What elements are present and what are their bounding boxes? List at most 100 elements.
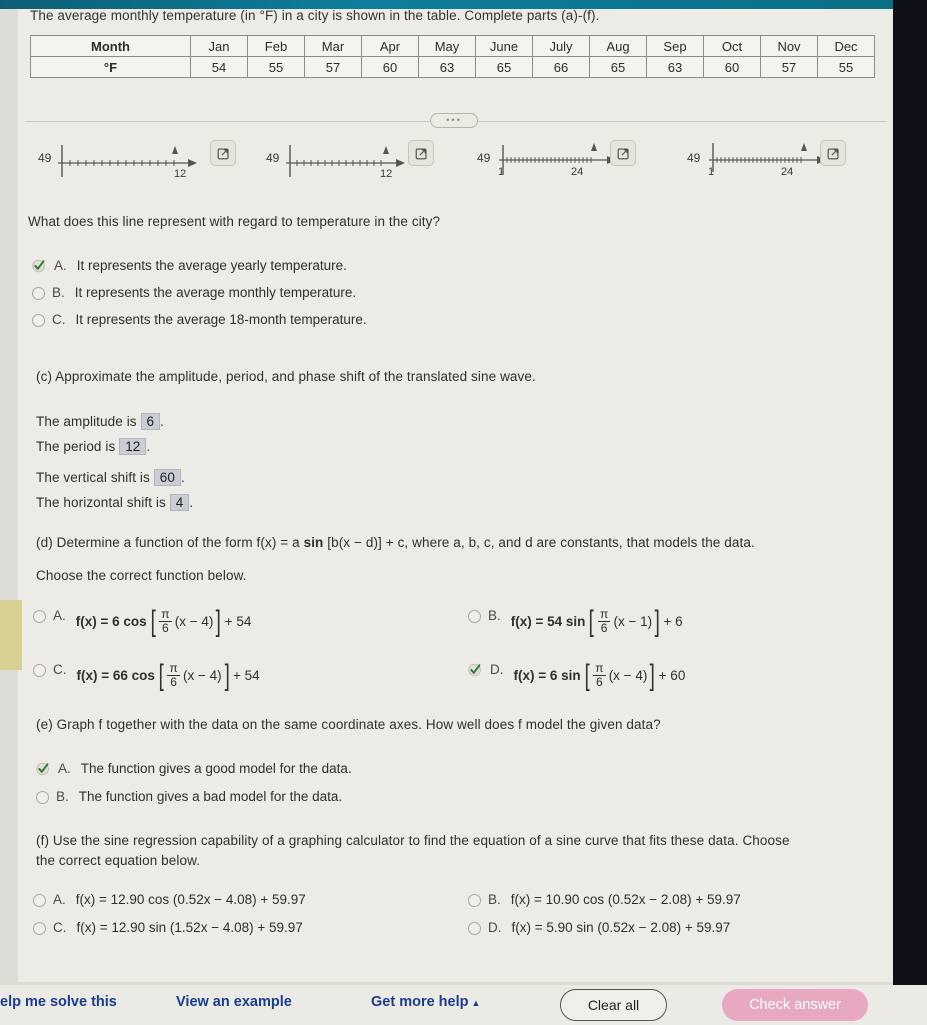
part-f-prompt-line2: the correct equation below. <box>36 853 201 868</box>
option-letter: A. <box>53 608 66 623</box>
fraction: π 6 <box>593 662 606 688</box>
part-c-amplitude-row: The amplitude is 6. <box>36 413 164 430</box>
graph-3-y-label: 49 <box>477 151 491 165</box>
problem-statement: The average monthly temperature (in °F) … <box>30 8 600 23</box>
part-d-option-c[interactable]: C. f(x) = 66 cos [ π 6 (x − 4) ] + 54 <box>33 658 260 692</box>
part-d-prompt-pre: (d) Determine a function of the form f(x… <box>36 535 304 550</box>
option-text: It represents the average yearly tempera… <box>76 258 347 273</box>
table-header-mar: Mar <box>304 35 362 57</box>
formula-tail: + 54 <box>232 667 260 683</box>
fraction: π 6 <box>597 608 611 634</box>
table-header-feb: Feb <box>247 35 305 57</box>
formula-inner: (x − 4) <box>182 667 222 683</box>
part-d-option-d[interactable]: D. f(x) = 6 sin [ π 6 (x − 4) ] + 60 <box>468 660 685 690</box>
table-cell-temp: 55 <box>817 56 875 78</box>
part-b-option-c[interactable]: C. It represents the average 18-month te… <box>32 312 367 327</box>
part-b-option-a[interactable]: A. It represents the average yearly temp… <box>32 258 347 273</box>
bracket-right-icon: ] <box>224 658 230 692</box>
clear-all-button[interactable]: Clear all <box>560 989 667 1021</box>
amplitude-label: The amplitude is <box>36 414 137 429</box>
part-b-question: What does this line represent with regar… <box>28 214 441 229</box>
bracket-left-icon: [ <box>158 658 164 692</box>
table-cell-temp: 55 <box>247 56 305 78</box>
part-e-option-a[interactable]: A. The function gives a good model for t… <box>36 761 352 776</box>
table-header-may: May <box>418 35 476 57</box>
option-text: The function gives a bad model for the d… <box>78 789 343 804</box>
formula-tail: + 54 <box>224 613 252 629</box>
fraction: π 6 <box>167 662 180 688</box>
formula-inner: (x − 4) <box>174 613 214 629</box>
radio-icon <box>468 922 481 935</box>
part-c-vertical-shift-row: The vertical shift is 60. <box>36 469 185 486</box>
check-answer-button[interactable]: Check answer <box>722 989 868 1021</box>
part-f-option-c[interactable]: C. f(x) = 12.90 sin (1.52x − 4.08) + 59.… <box>33 920 303 935</box>
option-formula: f(x) = 6 cos [ π 6 (x − 4) ] + 54 <box>75 604 252 638</box>
table-row-months: Month Jan Feb Mar Apr May June July Aug … <box>30 35 875 57</box>
option-text: It represents the average monthly temper… <box>74 285 357 300</box>
table-cell-temp: 57 <box>304 56 362 78</box>
expand-icon[interactable] <box>210 140 236 166</box>
radio-icon <box>32 314 45 327</box>
expand-icon[interactable] <box>820 140 846 166</box>
bracket-right-icon: ] <box>654 604 660 638</box>
part-e-option-b[interactable]: B. The function gives a bad model for th… <box>36 789 342 804</box>
table-header-dec: Dec <box>817 35 875 57</box>
option-letter: D. <box>490 662 504 677</box>
radio-icon <box>468 610 481 623</box>
table-cell-temp: 65 <box>589 56 647 78</box>
option-letter: B. <box>52 285 65 300</box>
part-f-option-d[interactable]: D. f(x) = 5.90 sin (0.52x − 2.08) + 59.9… <box>468 920 730 935</box>
bracket-left-icon: [ <box>589 604 595 638</box>
table-header-oct: Oct <box>703 35 761 57</box>
part-c-prompt: (c) Approximate the amplitude, period, a… <box>36 369 536 384</box>
part-d-prompt-post: [b(x − d)] + c, where a, b, c, and d are… <box>323 535 755 550</box>
view-an-example-link[interactable]: View an example <box>176 994 292 1010</box>
graph-3-x-label-right: 24 <box>571 166 584 178</box>
period-input[interactable]: 12 <box>119 438 147 455</box>
graph-option-3[interactable]: 49 1 24 <box>475 138 675 198</box>
graph-option-4[interactable]: 49 1 24 <box>685 138 885 198</box>
part-d-option-a[interactable]: A. f(x) = 6 cos [ π 6 (x − 4) ] + 54 <box>33 604 252 638</box>
table-cell-temp: 66 <box>532 56 590 78</box>
fraction-denominator: 6 <box>159 620 172 635</box>
option-letter: A. <box>58 761 71 776</box>
part-d-option-b[interactable]: B. f(x) = 54 sin [ π 6 (x − 1) ] + 6 <box>468 604 683 638</box>
part-d-prompt-fn: sin <box>303 535 324 550</box>
get-more-help-link[interactable]: Get more help ▲ <box>371 994 480 1010</box>
graph-3-x-label-left: 1 <box>498 166 505 178</box>
part-f-option-b[interactable]: B. f(x) = 10.90 cos (0.52x − 2.08) + 59.… <box>468 892 741 907</box>
amplitude-input[interactable]: 6 <box>140 413 161 430</box>
expand-icon[interactable] <box>610 140 636 166</box>
expand-glyph <box>415 147 427 159</box>
help-me-solve-this-link[interactable]: elp me solve this <box>0 994 117 1010</box>
bottom-action-bar: elp me solve this View an example Get mo… <box>0 985 927 1025</box>
divider-drag-handle[interactable]: ••• <box>430 113 478 128</box>
formula-lead: f(x) = 6 cos <box>75 613 147 629</box>
expand-glyph <box>217 147 229 159</box>
option-letter: C. <box>53 920 67 935</box>
checkmark-icon <box>32 258 47 273</box>
graph-option-2[interactable]: 49 12 <box>262 138 462 198</box>
table-cell-temp: 57 <box>760 56 818 78</box>
formula-lead: f(x) = 54 sin <box>510 613 586 629</box>
formula-lead: f(x) = 6 sin <box>513 667 581 683</box>
option-text: f(x) = 12.90 sin (1.52x − 4.08) + 59.97 <box>76 920 303 935</box>
part-b-option-b[interactable]: B. It represents the average monthly tem… <box>32 285 356 300</box>
graph-1-y-label: 49 <box>38 151 52 165</box>
period-suffix: . <box>146 439 151 454</box>
vertical-shift-suffix: . <box>180 470 185 485</box>
radio-icon <box>468 894 481 907</box>
part-c-period-row: The period is 12. <box>36 438 150 455</box>
vertical-shift-input[interactable]: 60 <box>153 469 181 486</box>
caret-up-icon: ▲ <box>471 998 481 1008</box>
table-header-june: June <box>475 35 533 57</box>
vertical-shift-label: The vertical shift is <box>36 470 150 485</box>
horizontal-shift-input[interactable]: 4 <box>169 494 190 511</box>
fraction: π 6 <box>159 608 172 634</box>
part-c-horizontal-shift-row: The horizontal shift is 4. <box>36 494 193 511</box>
table-header-jan: Jan <box>190 35 248 57</box>
bracket-right-icon: ] <box>215 604 222 638</box>
graph-option-1[interactable]: 49 12 <box>34 138 236 198</box>
expand-icon[interactable] <box>408 140 434 166</box>
part-f-option-a[interactable]: A. f(x) = 12.90 cos (0.52x − 4.08) + 59.… <box>33 892 306 907</box>
